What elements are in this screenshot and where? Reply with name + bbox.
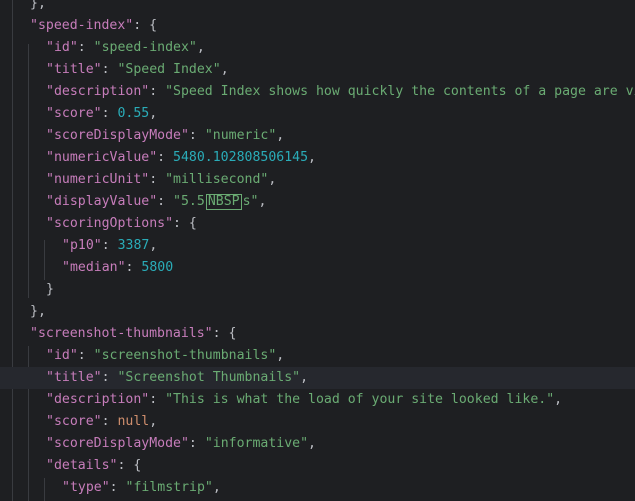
json-punctuation: :	[157, 194, 174, 209]
json-punctuation: :	[101, 414, 118, 429]
json-key: "scoreDisplayMode"	[46, 436, 189, 451]
json-key: "type"	[62, 480, 110, 495]
json-key: "description"	[46, 84, 150, 99]
code-line[interactable]: },	[0, 0, 635, 15]
json-punctuation: : {	[173, 216, 197, 231]
code-line[interactable]: "score": 0.55,	[0, 103, 635, 125]
json-punctuation: :	[77, 40, 94, 55]
code-line[interactable]: "title": "Speed Index",	[0, 59, 635, 81]
json-punctuation: ,	[276, 348, 285, 363]
json-key: "id"	[46, 348, 78, 363]
json-punctuation: :	[109, 480, 126, 495]
json-punctuation: ,	[276, 128, 285, 143]
json-key: "description"	[46, 392, 150, 407]
json-key: "score"	[46, 106, 102, 121]
json-key: "displayValue"	[46, 194, 158, 209]
json-punctuation: :	[101, 238, 118, 253]
json-punctuation: ,	[308, 150, 316, 165]
json-punctuation: ,	[149, 238, 158, 253]
json-punctuation: : {	[117, 458, 142, 473]
json-string: "screenshot-thumbnails"	[93, 348, 277, 363]
json-key: "p10"	[62, 238, 102, 253]
json-punctuation: },	[30, 0, 46, 11]
json-string: "numeric"	[204, 128, 277, 143]
json-string: "Speed Index shows how quickly the conte…	[165, 84, 635, 99]
json-string: "filmstrip"	[125, 480, 213, 495]
json-key: "speed-index"	[30, 18, 134, 33]
json-string: "5.5	[173, 194, 205, 209]
json-key: "title"	[46, 62, 102, 77]
json-string: "Speed Index"	[117, 62, 221, 77]
json-punctuation: :	[101, 106, 118, 121]
json-punctuation: :	[149, 84, 166, 99]
code-line[interactable]: "numericValue": 5480.102808506145,	[0, 147, 635, 169]
json-punctuation: ,	[268, 172, 277, 187]
code-line[interactable]: "description": "This is what the load of…	[0, 389, 635, 411]
code-line[interactable]: "p10": 3387,	[0, 235, 635, 257]
json-punctuation: ,	[149, 106, 158, 121]
json-punctuation: :	[125, 260, 142, 275]
json-punctuation: ,	[149, 414, 158, 429]
json-punctuation: :	[101, 370, 118, 385]
json-key: "numericValue"	[46, 150, 158, 165]
nbsp-marker: NBSP	[205, 194, 242, 210]
json-number: 5800	[141, 260, 174, 275]
json-number: 0.55	[117, 106, 150, 121]
json-punctuation: }	[46, 282, 54, 297]
json-punctuation: :	[149, 392, 166, 407]
json-string: "millisecond"	[165, 172, 269, 187]
code-line[interactable]: "scoreDisplayMode": "numeric",	[0, 125, 635, 147]
json-number: 3387	[117, 238, 150, 253]
json-punctuation: ,	[196, 40, 205, 55]
json-key: "median"	[62, 260, 126, 275]
code-line[interactable]: "median": 5800	[0, 257, 635, 279]
code-line[interactable]: "details": {	[0, 455, 635, 477]
json-punctuation: :	[77, 348, 94, 363]
code-line[interactable]: "speed-index": {	[0, 15, 635, 37]
json-key: "scoringOptions"	[46, 216, 174, 231]
json-key: "screenshot-thumbnails"	[30, 326, 213, 341]
json-punctuation: ,	[212, 480, 221, 495]
code-line[interactable]: "numericUnit": "millisecond",	[0, 169, 635, 191]
code-line[interactable]: "description": "Speed Index shows how qu…	[0, 81, 635, 103]
json-string: "This is what the load of your site look…	[165, 392, 555, 407]
json-keyword: null	[117, 414, 150, 429]
json-number: 5480.102808506145	[173, 150, 309, 165]
code-line-current[interactable]: "title": "Screenshot Thumbnails",	[0, 367, 635, 389]
json-punctuation: : {	[133, 18, 158, 33]
code-line[interactable]: }	[0, 279, 635, 301]
code-line[interactable]: "displayValue": "5.5 NBSP s",	[0, 191, 635, 213]
json-key: "numericUnit"	[46, 172, 150, 187]
json-key: "scoreDisplayMode"	[46, 128, 189, 143]
code-line[interactable]: "type": "filmstrip",	[0, 477, 635, 499]
json-string: "informative"	[204, 436, 309, 451]
json-punctuation: : {	[212, 326, 237, 341]
json-punctuation: :	[149, 172, 166, 187]
json-punctuation: :	[101, 62, 118, 77]
json-key: "details"	[46, 458, 118, 473]
json-key: "id"	[46, 40, 78, 55]
code-line[interactable]: },	[0, 301, 635, 323]
code-line[interactable]: "id": "speed-index",	[0, 37, 635, 59]
json-string: "Screenshot Thumbnails"	[117, 370, 301, 385]
json-punctuation: ,	[554, 392, 563, 407]
json-punctuation: ,	[258, 194, 267, 209]
json-string: "speed-index"	[93, 40, 197, 55]
json-punctuation: ,	[300, 370, 309, 385]
code-line[interactable]: "screenshot-thumbnails": {	[0, 323, 635, 345]
code-line[interactable]: "scoringOptions": {	[0, 213, 635, 235]
json-key: "score"	[46, 414, 102, 429]
json-punctuation: ,	[220, 62, 229, 77]
json-punctuation: :	[188, 436, 205, 451]
json-key: "title"	[46, 370, 102, 385]
code-line[interactable]: "id": "screenshot-thumbnails",	[0, 345, 635, 367]
code-line[interactable]: "scoreDisplayMode": "informative",	[0, 433, 635, 455]
json-punctuation: },	[30, 304, 46, 319]
json-punctuation: ,	[308, 436, 316, 451]
json-punctuation: :	[188, 128, 205, 143]
json-punctuation: :	[157, 150, 174, 165]
code-line[interactable]: "score": null,	[0, 411, 635, 433]
json-string: s"	[242, 194, 259, 209]
